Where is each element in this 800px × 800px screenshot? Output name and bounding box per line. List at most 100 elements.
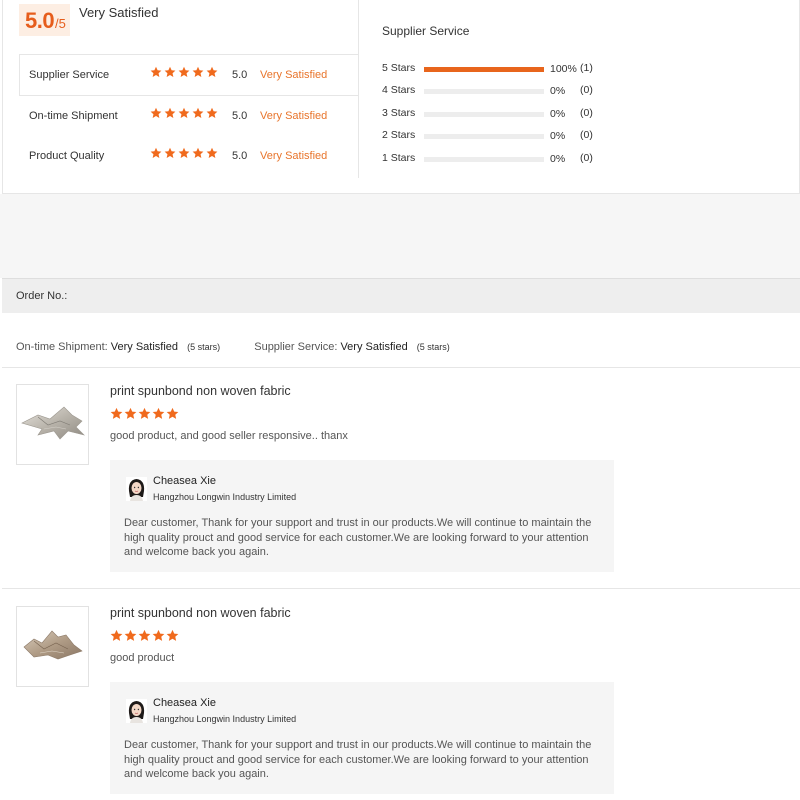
distribution-percent: 100% [550, 63, 577, 75]
star-icon [166, 407, 179, 420]
star-icon [166, 629, 179, 642]
distribution-bar-track [424, 89, 544, 94]
distribution-count: (0) [580, 129, 593, 141]
distribution-count: (0) [580, 107, 593, 119]
star-icon [178, 66, 190, 78]
rating-row-supplier-service: Supplier Service 5.0 Very Satisfied [29, 66, 349, 85]
star-icon [192, 107, 204, 119]
star-icon [192, 66, 204, 78]
seller-company[interactable]: Hangzhou Longwin Industry Limited [153, 714, 296, 724]
order-ratings: On-time Shipment: Very Satisfied (5 star… [16, 341, 450, 353]
star-icon [152, 629, 165, 642]
review-stars [110, 629, 180, 647]
review-item: print spunbond non woven fabric good pro… [0, 606, 800, 800]
star-icon [206, 107, 218, 119]
rating-text: Very Satisfied [260, 69, 328, 81]
review-product-title[interactable]: print spunbond non woven fabric [110, 384, 291, 398]
star-icon [138, 629, 151, 642]
review-text: good product, and good seller responsive… [110, 430, 348, 442]
distribution-row-5-stars: 5 Stars 100% (1) [382, 62, 612, 78]
service-rating-stars: (5 stars) [416, 342, 450, 352]
overall-score: 5.0 [25, 8, 55, 33]
seller-name: Cheasea Xie [153, 697, 216, 709]
section-spacer [0, 194, 800, 278]
distribution-label: 2 Stars [382, 129, 416, 141]
seller-reply-message: Dear customer, Thank for your support an… [124, 517, 592, 558]
star-icon [164, 147, 176, 159]
review-item: print spunbond non woven fabric good pro… [0, 384, 800, 584]
star-icon [206, 147, 218, 159]
rating-summary: 5.0 /5 Very Satisfied Supplier Service 5… [2, 0, 800, 194]
distribution-row-4-stars: 4 Stars 0% (0) [382, 84, 612, 100]
seller-reply: Cheasea Xie Hangzhou Longwin Industry Li… [110, 460, 614, 572]
star-icon [164, 66, 176, 78]
rating-stars [150, 147, 220, 165]
divider [19, 95, 359, 96]
distribution-bar-track [424, 157, 544, 162]
distribution-row-2-stars: 2 Stars 0% (0) [382, 129, 612, 145]
rating-text: Very Satisfied [260, 110, 328, 122]
review-product-title[interactable]: print spunbond non woven fabric [110, 606, 291, 620]
rating-row-label: Product Quality [29, 150, 105, 162]
shipment-rating-value: Very Satisfied [110, 341, 179, 353]
avatar-icon [126, 699, 147, 723]
avatar-icon [126, 477, 147, 501]
overall-score-label: Very Satisfied [79, 5, 159, 20]
distribution-count: (0) [580, 152, 593, 164]
divider [2, 588, 800, 589]
divider [19, 54, 359, 55]
distribution-bar-fill [424, 67, 544, 72]
rating-stars [150, 107, 220, 125]
distribution-bar-track [424, 67, 544, 72]
distribution-count: (1) [580, 62, 593, 74]
distribution-title: Supplier Service [382, 24, 470, 38]
order-number-label: Order No.: [16, 290, 68, 302]
shipment-rating-label: On-time Shipment: [16, 341, 108, 353]
star-icon [150, 147, 162, 159]
divider [358, 0, 359, 178]
star-icon [110, 629, 123, 642]
distribution-row-3-stars: 3 Stars 0% (0) [382, 107, 612, 123]
distribution-bar-track [424, 112, 544, 117]
service-rating-label: Supplier Service: [254, 341, 338, 353]
distribution-label: 3 Stars [382, 107, 416, 119]
distribution-bar-track [424, 134, 544, 139]
review-text: good product [110, 652, 175, 664]
rating-stars [150, 66, 220, 84]
seller-name: Cheasea Xie [153, 475, 216, 487]
rating-score: 5.0 [232, 69, 248, 81]
star-icon [178, 147, 190, 159]
product-thumbnail[interactable] [16, 606, 89, 687]
product-thumbnail[interactable] [16, 384, 89, 465]
rating-row-label: Supplier Service [29, 69, 110, 81]
star-icon [152, 407, 165, 420]
seller-reply: Cheasea Xie Hangzhou Longwin Industry Li… [110, 682, 614, 794]
rating-score: 5.0 [232, 150, 248, 162]
distribution-count: (0) [580, 84, 593, 96]
star-icon [150, 66, 162, 78]
fabric-image [23, 630, 83, 660]
star-icon [150, 107, 162, 119]
rating-score: 5.0 [232, 110, 248, 122]
seller-reply-message: Dear customer, Thank for your support an… [124, 739, 592, 780]
distribution-label: 5 Stars [382, 62, 416, 74]
shipment-rating-stars: (5 stars) [187, 342, 221, 352]
distribution-row-1-stars: 1 Stars 0% (0) [382, 152, 612, 168]
star-icon [164, 107, 176, 119]
rating-row-label: On-time Shipment [29, 110, 118, 122]
rating-row-product-quality: Product Quality 5.0 Very Satisfied [29, 147, 349, 166]
service-rating-value: Very Satisfied [340, 341, 408, 353]
distribution-percent: 0% [550, 130, 566, 142]
seller-company[interactable]: Hangzhou Longwin Industry Limited [153, 492, 296, 502]
star-icon [110, 407, 123, 420]
star-icon [124, 407, 137, 420]
star-icon [124, 629, 137, 642]
rating-row-on-time-shipment: On-time Shipment 5.0 Very Satisfied [29, 107, 349, 126]
star-icon [206, 66, 218, 78]
star-icon [138, 407, 151, 420]
distribution-label: 4 Stars [382, 84, 416, 96]
overall-score-denominator: /5 [55, 16, 66, 31]
order-header: Order No.: [2, 278, 800, 313]
rating-text: Very Satisfied [260, 150, 328, 162]
distribution-percent: 0% [550, 85, 566, 97]
